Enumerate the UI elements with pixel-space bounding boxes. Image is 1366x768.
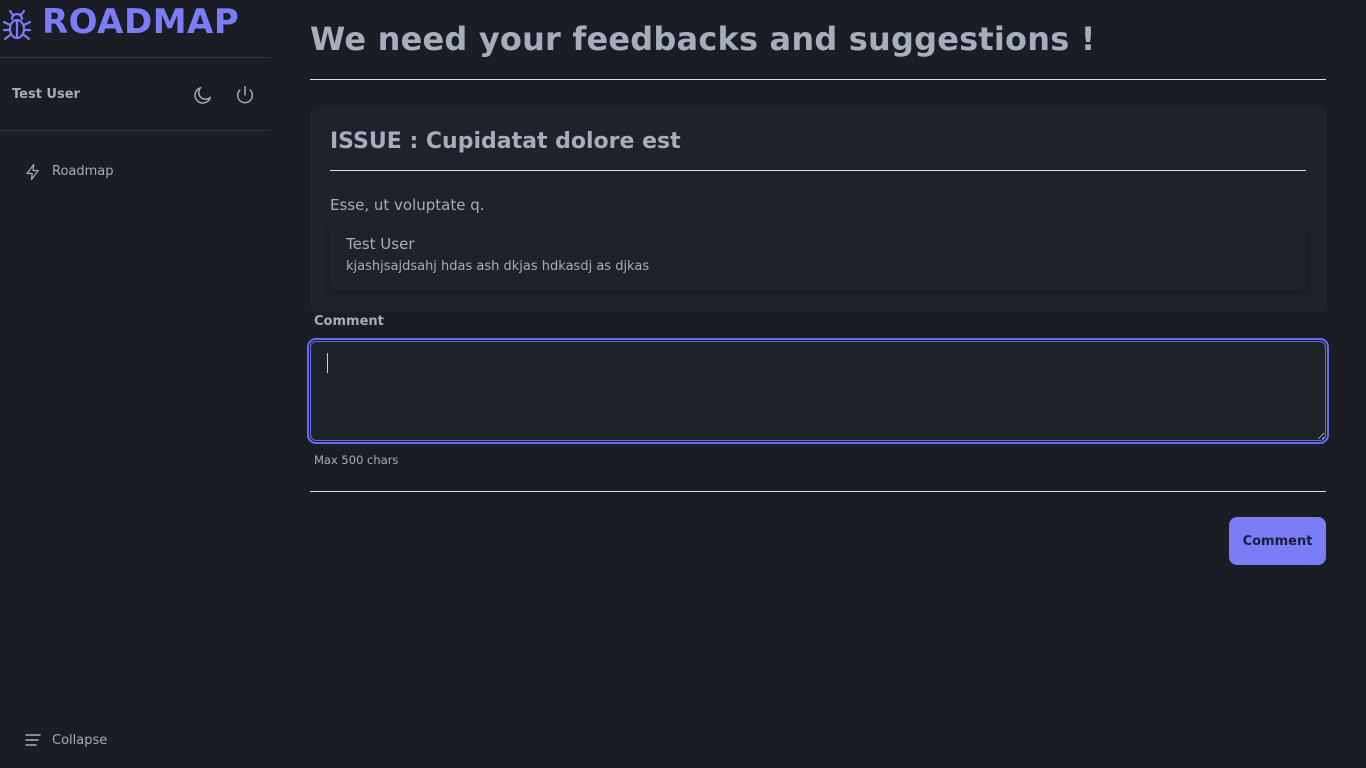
app: ROADMAP Test User Roadmap Collapse We ne… — [0, 0, 1366, 768]
char-limit-hint: Max 500 chars — [314, 453, 399, 467]
bug-icon — [2, 8, 32, 42]
comment-item: Test User kjashjsajdsahj hdas ash dkjas … — [330, 223, 1306, 291]
user-name: Test User — [12, 87, 80, 102]
sidebar-item-label: Roadmap — [52, 164, 114, 179]
moon-icon — [194, 86, 212, 104]
bolt-icon — [24, 163, 42, 181]
comment-textarea[interactable] — [307, 338, 1329, 444]
title-divider — [310, 79, 1326, 80]
power-icon — [236, 86, 254, 104]
collapse-button[interactable]: Collapse — [24, 728, 144, 752]
user-panel: Test User — [0, 59, 270, 131]
theme-toggle-button[interactable] — [191, 83, 215, 107]
brand[interactable]: ROADMAP — [0, 0, 270, 58]
page-title: We need your feedbacks and suggestions ! — [310, 20, 1096, 58]
issue-description: Esse, ut voluptate q. — [330, 196, 485, 214]
comment-label: Comment — [314, 314, 384, 329]
submit-comment-button[interactable]: Comment — [1229, 517, 1326, 565]
sidebar-item-roadmap[interactable]: Roadmap — [8, 154, 262, 190]
logout-button[interactable] — [233, 83, 257, 107]
brand-name: ROADMAP — [42, 2, 240, 42]
issue-card: ISSUE : Cupidatat dolore est Esse, ut vo… — [310, 107, 1326, 312]
issue-divider — [330, 170, 1306, 171]
collapse-label: Collapse — [52, 732, 108, 748]
comment-author: Test User — [346, 235, 415, 253]
issue-title: ISSUE : Cupidatat dolore est — [330, 129, 681, 154]
form-divider — [310, 491, 1326, 492]
menu-icon — [24, 731, 42, 749]
comment-text: kjashjsajdsahj hdas ash dkjas hdkasdj as… — [346, 259, 650, 274]
text-caret — [327, 353, 328, 373]
sidebar: ROADMAP Test User Roadmap Collapse — [0, 0, 270, 768]
